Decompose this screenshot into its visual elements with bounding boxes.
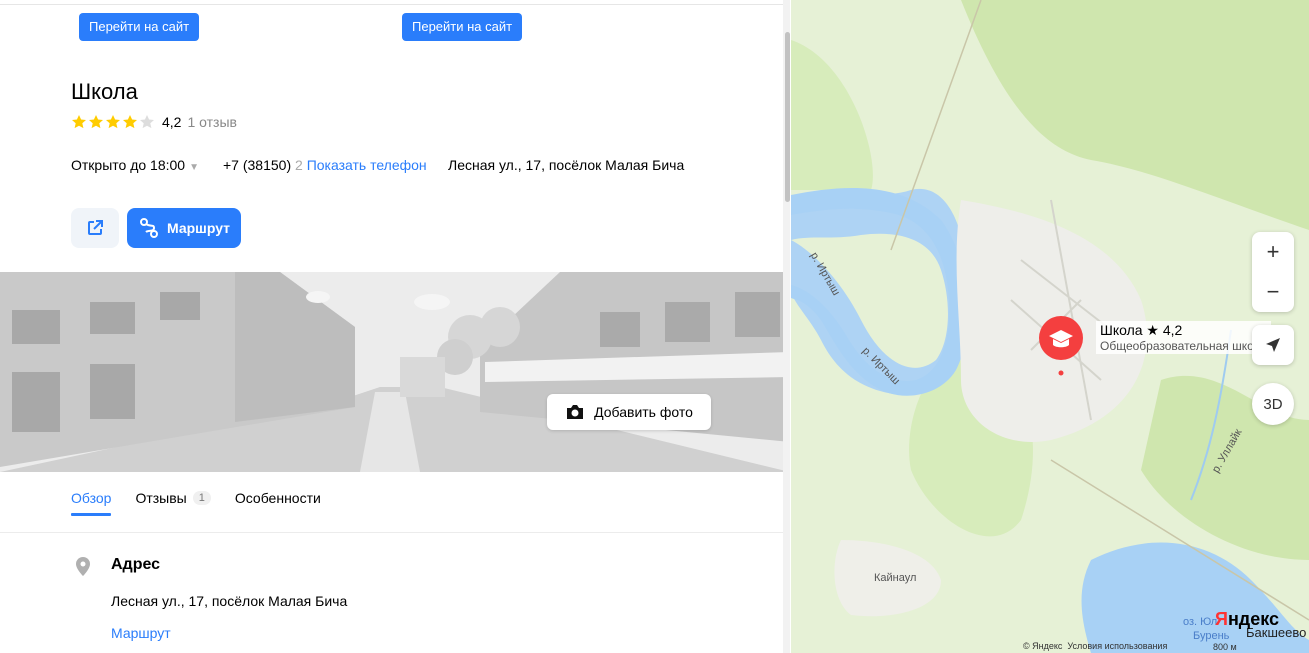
tab-features[interactable]: Особенности: [235, 490, 321, 516]
lake-label: оз. Юл: [1183, 616, 1218, 628]
rating-value: 4,2: [162, 114, 182, 130]
tab-label: Отзывы: [135, 490, 187, 506]
reviews-badge: 1: [192, 491, 211, 505]
phone: +7 (38150) 2 Показать телефон: [223, 157, 427, 173]
yandex-logo: Яндекс: [1215, 609, 1280, 629]
reviews-count[interactable]: 1 отзыв: [187, 114, 237, 130]
org-address[interactable]: Лесная ул., 17, посёлок Малая Бича: [448, 157, 684, 173]
map[interactable]: р. Иртыш р. Иртыш р. Уллайк Кайнаул Бакш…: [791, 0, 1309, 653]
divider: [0, 4, 783, 5]
zoom-controls: + −: [1252, 232, 1294, 312]
street-illustration: [0, 272, 790, 472]
tab-reviews[interactable]: Отзывы 1: [135, 490, 211, 516]
photo-placeholder[interactable]: [0, 272, 790, 472]
organization-panel: Перейти на сайт Перейти на сайт Школа 4,…: [0, 0, 790, 653]
external-link-icon: [88, 220, 103, 235]
star-icon: [89, 115, 103, 129]
org-title: Школа: [71, 79, 138, 104]
map-copyright: © Яндекс Условия использования: [1023, 641, 1167, 651]
camera-icon: [567, 405, 584, 419]
share-button[interactable]: [71, 208, 119, 248]
school-pin-icon[interactable]: [1036, 313, 1086, 377]
terms-link[interactable]: Условия использования: [1067, 641, 1167, 651]
rating-row[interactable]: 4,2 1 отзыв: [71, 114, 237, 130]
route-label: Маршрут: [167, 220, 231, 236]
route-icon: [140, 218, 158, 238]
phone-prefix: +7 (38150): [223, 157, 292, 173]
pin-category: Общеобразовательная школа: [1100, 339, 1268, 353]
map-scale: 800 м: [1213, 642, 1237, 652]
tab-overview[interactable]: Обзор: [71, 490, 112, 516]
yandex-maps-screen: Перейти на сайт Перейти на сайт Школа 4,…: [0, 0, 1309, 653]
address-title: Адрес: [111, 556, 161, 573]
tabs: Обзор Отзывы 1 Особенности: [71, 490, 345, 516]
pin-label[interactable]: Школа ★ 4,2 Общеобразовательная школа: [1096, 321, 1272, 354]
zoom-in-button[interactable]: +: [1252, 232, 1294, 272]
navigation-arrow-icon: [1266, 338, 1280, 352]
location-pin-icon: [76, 557, 90, 576]
address-text: Лесная ул., 17, посёлок Малая Бича: [111, 593, 348, 609]
3d-label: 3D: [1263, 395, 1283, 413]
divider: [0, 532, 783, 533]
pin-name: Школа ★ 4,2: [1100, 322, 1183, 338]
3d-button[interactable]: 3D: [1252, 383, 1294, 425]
working-hours[interactable]: Открыто до 18:00 ▼: [71, 157, 199, 173]
star-empty-icon: [140, 115, 154, 129]
show-phone-link[interactable]: Показать телефон: [307, 157, 427, 173]
tab-label: Обзор: [71, 490, 112, 506]
chevron-down-icon: ▼: [189, 162, 199, 173]
copyright-text: © Яндекс: [1023, 641, 1063, 651]
scroll-thumb[interactable]: [785, 32, 790, 202]
address-route-link[interactable]: Маршрут: [111, 625, 171, 641]
phone-hidden-digit: 2: [295, 157, 303, 173]
zoom-out-button[interactable]: −: [1252, 272, 1294, 312]
star-icon: [106, 115, 120, 129]
star-icon: [72, 115, 86, 129]
go-to-site-button-2[interactable]: Перейти на сайт: [402, 13, 523, 41]
locate-button[interactable]: [1252, 325, 1294, 365]
go-to-site-button[interactable]: Перейти на сайт: [79, 13, 200, 41]
star-icon: [123, 115, 137, 129]
add-photo-button[interactable]: Добавить фото: [547, 394, 711, 430]
lake-label: Бурень: [1193, 630, 1230, 642]
add-photo-label: Добавить фото: [594, 404, 693, 420]
hours-text: Открыто до 18:00: [71, 157, 186, 173]
village-label: Кайнаул: [874, 572, 917, 584]
tab-label: Особенности: [234, 490, 321, 506]
route-button[interactable]: Маршрут: [127, 208, 241, 248]
